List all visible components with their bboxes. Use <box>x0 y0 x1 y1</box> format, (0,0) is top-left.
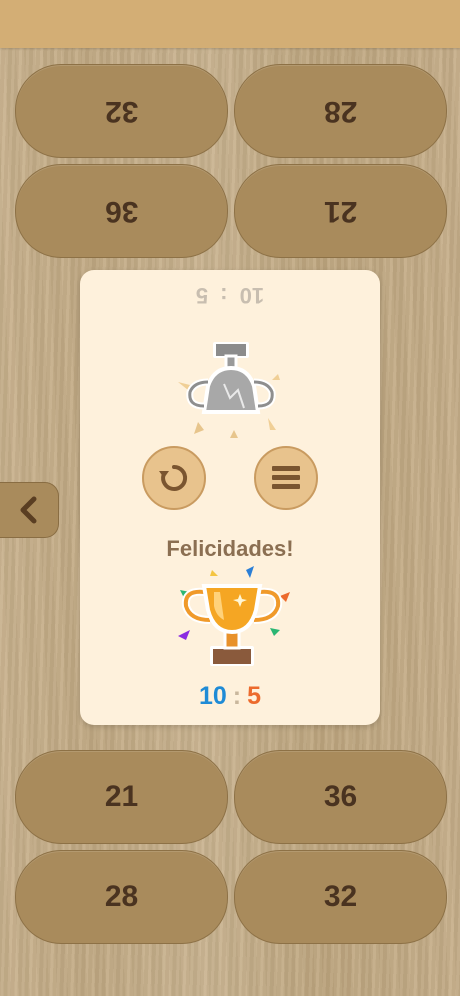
top-bar <box>0 0 460 48</box>
broken-trophy-icon <box>178 342 280 438</box>
pill-number: 32 <box>104 95 139 128</box>
answer-pill-opponent[interactable]: 21 <box>234 164 447 258</box>
menu-button[interactable] <box>254 446 318 510</box>
pill-number: 36 <box>323 780 358 813</box>
back-button[interactable] <box>0 482 59 538</box>
pill-number: 28 <box>104 880 139 913</box>
score-separator: : <box>232 682 242 710</box>
trophy-icon <box>178 566 290 666</box>
restart-icon <box>159 464 188 491</box>
pill-number: 32 <box>323 880 358 913</box>
menu-icon <box>272 466 300 489</box>
answer-pill-opponent[interactable]: 28 <box>234 64 447 158</box>
answer-pill-player[interactable]: 36 <box>234 750 447 844</box>
restart-button[interactable] <box>142 446 206 510</box>
answer-pill-player[interactable]: 28 <box>15 850 228 944</box>
pill-number: 36 <box>104 195 139 228</box>
pill-number: 21 <box>104 780 139 813</box>
answer-pill-opponent[interactable]: 32 <box>15 64 228 158</box>
answer-pill-player[interactable]: 21 <box>15 750 228 844</box>
pill-number: 28 <box>323 95 358 128</box>
opponent-score-left: 10 <box>239 283 265 308</box>
pill-number: 21 <box>323 195 358 228</box>
chevron-left-icon <box>20 496 37 524</box>
score-orange: 5 <box>247 682 262 710</box>
score-blue: 10 <box>198 682 227 710</box>
congrats-message: Felicidades! <box>166 536 294 561</box>
opponent-score-right: 5 <box>195 283 209 308</box>
result-panel: 10 : 5 Felicidades! 10: 5 <box>80 270 380 725</box>
answer-pill-player[interactable]: 32 <box>234 850 447 944</box>
final-score: 10:5 <box>80 682 380 711</box>
opponent-score: 10 : 5 <box>80 282 380 308</box>
opponent-score-sep: : <box>220 283 228 308</box>
answer-pill-opponent[interactable]: 36 <box>15 164 228 258</box>
